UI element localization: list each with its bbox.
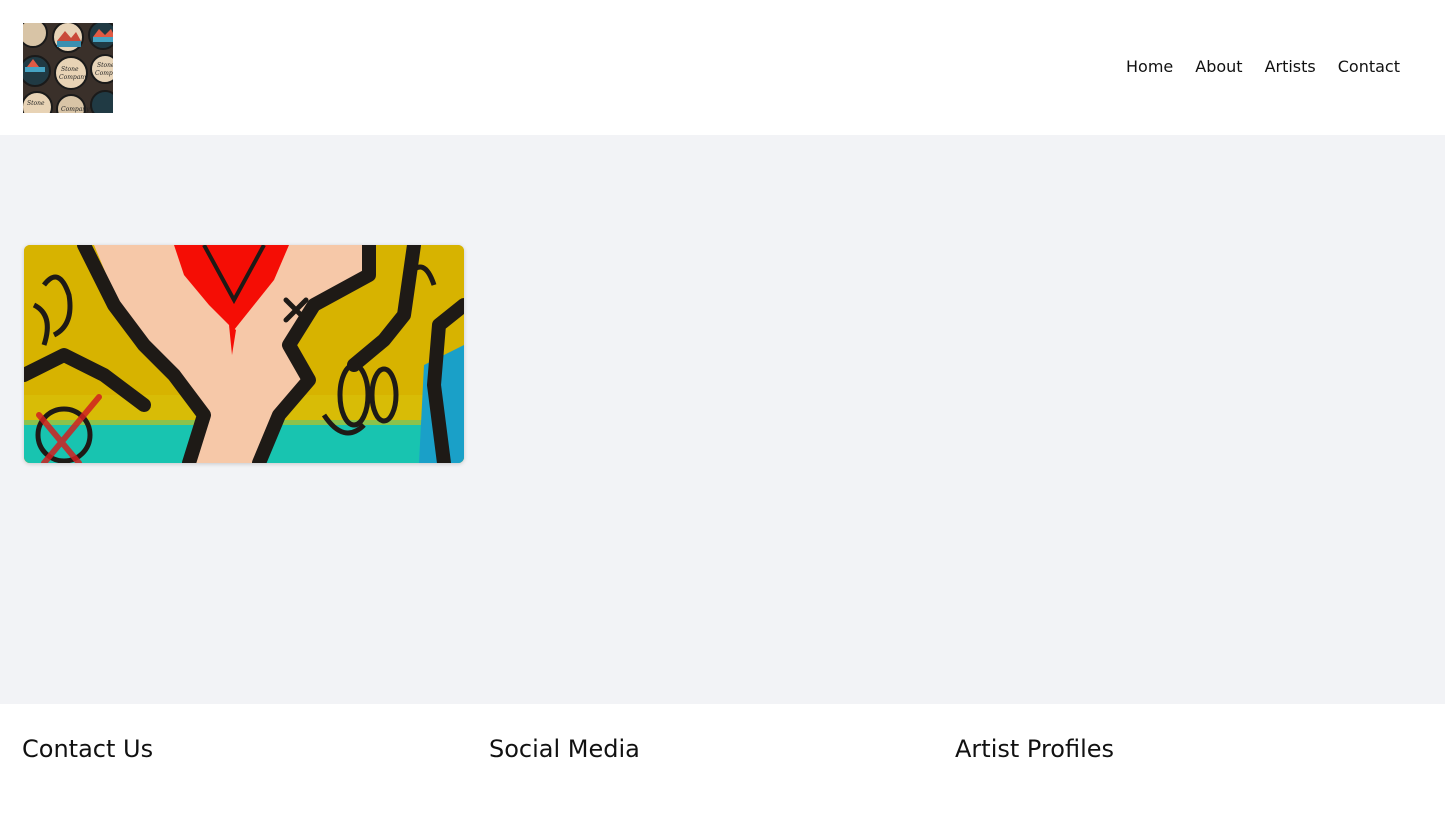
svg-text:Stone: Stone: [97, 62, 113, 69]
nav-artists-link[interactable]: Artists: [1265, 57, 1316, 77]
svg-text:Company: Company: [59, 74, 88, 81]
site-logo[interactable]: Stone Company Stone Company Stone Compan…: [23, 23, 113, 113]
artwork-image: [24, 245, 464, 463]
logo-image: Stone Company Stone Company Stone Compan…: [23, 23, 113, 113]
site-footer: Contact Us Social Media Artist Profiles: [0, 704, 1445, 813]
social-media-heading: Social Media: [489, 735, 640, 763]
svg-text:Company: Company: [95, 70, 113, 77]
contact-us-heading: Contact Us: [22, 735, 154, 763]
svg-text:Stone: Stone: [27, 100, 45, 107]
nav-about-link[interactable]: About: [1195, 57, 1242, 77]
artist-profiles-heading: Artist Profiles: [955, 735, 1115, 763]
nav-home-link[interactable]: Home: [1126, 57, 1173, 77]
svg-text:Stone: Stone: [61, 66, 79, 73]
svg-text:Company: Company: [61, 106, 90, 113]
site-header: Stone Company Stone Company Stone Compan…: [0, 0, 1445, 135]
artwork-card[interactable]: [24, 245, 464, 463]
main-nav: Home About Artists Contact: [1126, 57, 1400, 77]
main-content: [0, 135, 1445, 704]
nav-contact-link[interactable]: Contact: [1338, 57, 1400, 77]
